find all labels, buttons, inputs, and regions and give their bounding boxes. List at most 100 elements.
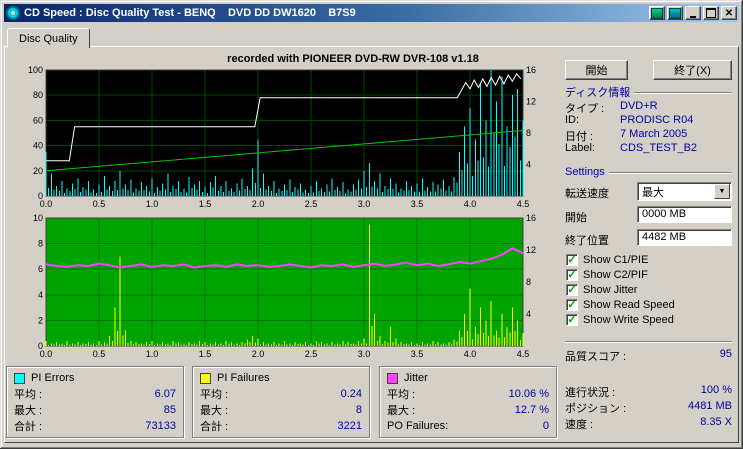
end-position-field[interactable]: 4482 MB <box>637 229 732 246</box>
svg-text:40: 40 <box>33 141 43 151</box>
maximize-button[interactable] <box>703 6 719 20</box>
checkbox-icon[interactable]: ✓ <box>566 299 578 311</box>
svg-text:0.5: 0.5 <box>93 199 106 209</box>
checkbox-label: Show C1/PIE <box>583 254 648 266</box>
position-row: ポジション : 4481 MB <box>565 400 732 416</box>
start-position-field[interactable]: 0000 MB <box>637 206 732 223</box>
svg-text:3.5: 3.5 <box>411 199 424 209</box>
titlebar-tool-button-2[interactable] <box>667 6 683 20</box>
disc-id-label: ID: <box>565 114 620 126</box>
titlebar-tool-button-1[interactable] <box>649 6 665 20</box>
stat-value: 10.06 % <box>509 388 549 400</box>
quality-score-value: 95 <box>720 348 732 364</box>
pi-failures-title: PI Failures <box>217 372 270 384</box>
svg-text:1.5: 1.5 <box>199 199 212 209</box>
checkbox-show-jitter[interactable]: ✓ Show Jitter <box>566 284 637 296</box>
quality-score-row: 品質スコア : 95 <box>565 348 732 364</box>
checkbox-label: Show Jitter <box>583 284 637 296</box>
divider <box>609 172 732 174</box>
tab-disc-quality[interactable]: Disc Quality <box>7 28 90 48</box>
app-window: CD Speed : Disc Quality Test - BENQ DVD … <box>0 0 743 449</box>
progress-row: 進行状況 : 100 % <box>565 384 732 400</box>
svg-text:8: 8 <box>38 239 43 249</box>
disc-info-header-label: ディスク情報 <box>565 84 630 100</box>
stat-value: 0 <box>543 420 549 432</box>
svg-text:1.0: 1.0 <box>146 349 159 359</box>
window-title: CD Speed : Disc Quality Test - BENQ DVD … <box>24 7 356 19</box>
checkbox-icon[interactable]: ✓ <box>566 314 578 326</box>
pi-failures-box: PI Failures 平均 :0.24 最大 :8 合計 :3221 <box>192 366 370 438</box>
disc-id-value: PRODISC R04 <box>620 114 693 126</box>
svg-text:60: 60 <box>33 115 43 125</box>
svg-text:2.5: 2.5 <box>305 199 318 209</box>
checkbox-show-c1-pie[interactable]: ✓ Show C1/PIE <box>566 254 648 266</box>
checkbox-icon[interactable]: ✓ <box>566 254 578 266</box>
stat-label: 平均 : <box>387 386 415 402</box>
svg-text:3.0: 3.0 <box>358 199 371 209</box>
jitter-title: Jitter <box>404 372 428 384</box>
failures-chart: 02468104812160.00.51.01.52.02.53.03.54.0… <box>8 212 548 362</box>
position-label: ポジション : <box>565 400 626 416</box>
tab-label: Disc Quality <box>19 33 78 45</box>
stat-label: 合計 : <box>14 418 42 434</box>
disc-label-label: Label: <box>565 142 620 154</box>
maximize-icon <box>706 8 716 18</box>
pi-failures-color-chip <box>200 373 211 384</box>
stat-value: 12.7 % <box>515 404 549 416</box>
checkbox-show-write-speed[interactable]: ✓ Show Write Speed <box>566 314 674 326</box>
chart-tool-icon <box>651 8 663 19</box>
chevron-down-icon: ▼ <box>719 188 726 195</box>
svg-text:0.5: 0.5 <box>93 349 106 359</box>
svg-text:16: 16 <box>526 65 536 75</box>
settings-header-label: Settings <box>565 166 605 178</box>
speed-select-dropdown-button[interactable]: ▼ <box>714 184 730 199</box>
svg-text:8: 8 <box>526 277 531 287</box>
jitter-color-chip <box>387 373 398 384</box>
stat-value: 3221 <box>338 420 362 432</box>
settings-header: Settings <box>565 166 732 178</box>
stat-label: 最大 : <box>200 402 228 418</box>
minimize-button[interactable] <box>685 6 701 20</box>
speed-row: 速度 : 8.35 X <box>565 416 732 432</box>
svg-text:4.5: 4.5 <box>517 199 530 209</box>
svg-text:0.0: 0.0 <box>40 349 53 359</box>
close-icon: ✕ <box>725 9 733 18</box>
exit-button[interactable]: 終了(X) <box>653 60 732 80</box>
svg-text:1.5: 1.5 <box>199 349 212 359</box>
disc-tool-icon <box>669 8 681 19</box>
quality-score-label: 品質スコア : <box>565 348 626 364</box>
start-position-label: 開始 <box>565 209 587 225</box>
svg-text:2: 2 <box>38 315 43 325</box>
titlebar[interactable]: CD Speed : Disc Quality Test - BENQ DVD … <box>4 4 739 22</box>
svg-text:12: 12 <box>526 245 536 255</box>
app-icon <box>6 6 20 20</box>
stat-value: 73133 <box>145 420 176 432</box>
progress-label: 進行状況 : <box>565 384 615 400</box>
stat-value: 8 <box>356 404 362 416</box>
svg-text:4.0: 4.0 <box>464 199 477 209</box>
svg-text:100: 100 <box>28 65 43 75</box>
speed-select[interactable]: 最大 ▼ <box>637 182 732 201</box>
checkbox-show-c2-pif[interactable]: ✓ Show C2/PIF <box>566 269 648 281</box>
checkbox-label: Show Write Speed <box>583 314 674 326</box>
svg-text:4.5: 4.5 <box>517 349 530 359</box>
checkbox-icon[interactable]: ✓ <box>566 269 578 281</box>
position-value: 4481 MB <box>688 400 732 416</box>
pi-errors-box: PI Errors 平均 :6.07 最大 :85 合計 :73133 <box>6 366 184 438</box>
svg-text:0.0: 0.0 <box>40 199 53 209</box>
checkbox-show-read-speed[interactable]: ✓ Show Read Speed <box>566 299 675 311</box>
svg-text:10: 10 <box>33 213 43 223</box>
checkbox-icon[interactable]: ✓ <box>566 284 578 296</box>
svg-text:4: 4 <box>526 160 531 170</box>
divider <box>565 341 732 343</box>
pi-errors-title: PI Errors <box>31 372 74 384</box>
stat-value: 85 <box>164 404 176 416</box>
close-button[interactable]: ✕ <box>721 6 737 20</box>
svg-text:2.5: 2.5 <box>305 349 318 359</box>
start-button[interactable]: 開始 <box>565 60 628 80</box>
svg-text:3.5: 3.5 <box>411 349 424 359</box>
svg-text:4: 4 <box>38 290 43 300</box>
minimize-icon <box>690 16 696 18</box>
end-position-label: 終了位置 <box>565 232 609 248</box>
checkbox-label: Show C2/PIF <box>583 269 648 281</box>
